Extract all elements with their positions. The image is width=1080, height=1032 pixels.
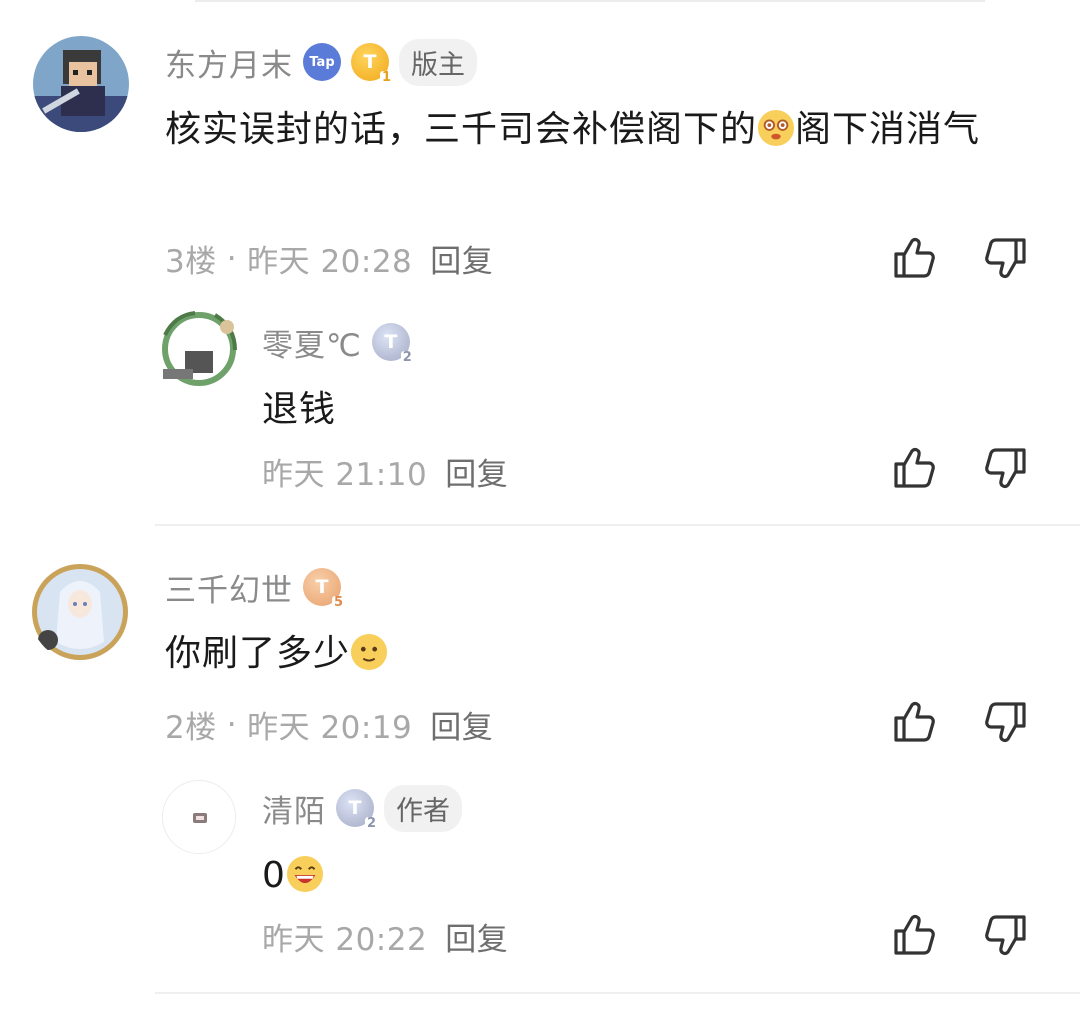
reply-button[interactable]: 回复 [430, 702, 493, 747]
like-icon [894, 448, 935, 488]
comment-text-part2: 阁下消消气 [795, 109, 981, 150]
dislike-icon [985, 702, 1026, 742]
avatar-lingxia[interactable] [155, 305, 243, 393]
username[interactable]: 清陌 [262, 786, 326, 831]
username[interactable]: 东方月末 [165, 40, 293, 85]
comment-text-part1: 核实误封的话，三千司会补偿阁下的 [165, 109, 758, 150]
badge-letter: T [384, 331, 398, 353]
badge-level: 1 [379, 70, 393, 85]
reply-button[interactable]: 回复 [430, 236, 493, 281]
reply-header: 清陌 T2 作者 [262, 784, 462, 832]
timestamp: 昨天 20:22 [262, 922, 428, 958]
comment-header: 东方月末 Tap T1 版主 [165, 38, 477, 86]
level-badge-icon: T1 [351, 43, 393, 85]
moderator-tag: 版主 [399, 38, 477, 86]
username[interactable]: 三千幻世 [165, 565, 293, 610]
reply-meta: 昨天 20:22 回复 [262, 914, 508, 959]
timestamp: 昨天 20:19 [247, 710, 413, 746]
badge-letter: T [363, 51, 377, 73]
username[interactable]: 零夏℃ [262, 320, 362, 365]
frame-avatar-image [155, 305, 243, 393]
meta-separator: · [226, 240, 238, 277]
like-button[interactable] [890, 910, 940, 960]
comment-text-part1: 你刷了多少 [165, 633, 351, 674]
comment-divider [155, 524, 1080, 526]
comment-meta: 2楼 · 昨天 20:19 回复 [165, 702, 493, 747]
dislike-button[interactable] [980, 443, 1030, 493]
floor-number: 2楼 [165, 710, 217, 746]
dizzy-emoji-icon [757, 109, 795, 147]
dislike-button[interactable] [980, 910, 1030, 960]
reply-header: 零夏℃ T2 [262, 320, 414, 365]
level-badge-icon: T2 [336, 789, 378, 831]
dislike-button[interactable] [980, 233, 1030, 283]
like-icon [894, 238, 935, 278]
anime-avatar-image [32, 564, 128, 660]
floor-number: 3楼 [165, 244, 217, 280]
reply-meta: 昨天 21:10 回复 [262, 449, 508, 494]
like-icon [894, 702, 935, 742]
meta-separator: · [226, 706, 238, 743]
author-tag: 作者 [384, 784, 462, 832]
level-badge-icon: T5 [303, 568, 345, 610]
reply-button[interactable]: 回复 [445, 449, 508, 494]
avatar-qingmo[interactable] [162, 780, 236, 854]
grin-emoji-icon [286, 855, 323, 893]
badge-level: 5 [331, 595, 345, 610]
reply-button[interactable]: 回复 [445, 914, 508, 959]
cat-avatar-image [163, 781, 235, 853]
comment-text: 核实误封的话，三千司会补偿阁下的 阁下消消气 [165, 104, 1025, 156]
badge-level: 2 [364, 816, 378, 831]
like-button[interactable] [890, 233, 940, 283]
reply-text-content: 0 [262, 855, 286, 896]
avatar-dongfang[interactable] [33, 36, 129, 132]
comment-header: 三千幻世 T5 [165, 565, 345, 610]
timestamp: 昨天 20:28 [247, 244, 413, 280]
level-badge-icon: T2 [371, 323, 414, 365]
dislike-button[interactable] [980, 697, 1030, 747]
dislike-icon [985, 448, 1026, 488]
pixel-avatar-image [33, 36, 129, 132]
reply-text: 退钱 [262, 389, 337, 430]
like-button[interactable] [890, 443, 940, 493]
comment-divider [155, 992, 1080, 994]
reply-text: 0 [262, 850, 324, 902]
tap-badge-icon: Tap [303, 43, 341, 81]
like-icon [894, 915, 935, 955]
badge-level: 2 [400, 350, 414, 365]
like-button[interactable] [890, 697, 940, 747]
comment-meta: 3楼 · 昨天 20:28 回复 [165, 236, 493, 281]
badge-letter: T [315, 576, 329, 598]
avatar-sanqian[interactable] [30, 562, 130, 662]
top-divider [195, 0, 985, 2]
timestamp: 昨天 21:10 [262, 457, 428, 493]
dislike-icon [985, 915, 1026, 955]
badge-letter: T [348, 797, 362, 819]
smile-emoji-icon [350, 633, 388, 671]
comment-text: 你刷了多少 [165, 628, 388, 680]
dislike-icon [985, 238, 1026, 278]
